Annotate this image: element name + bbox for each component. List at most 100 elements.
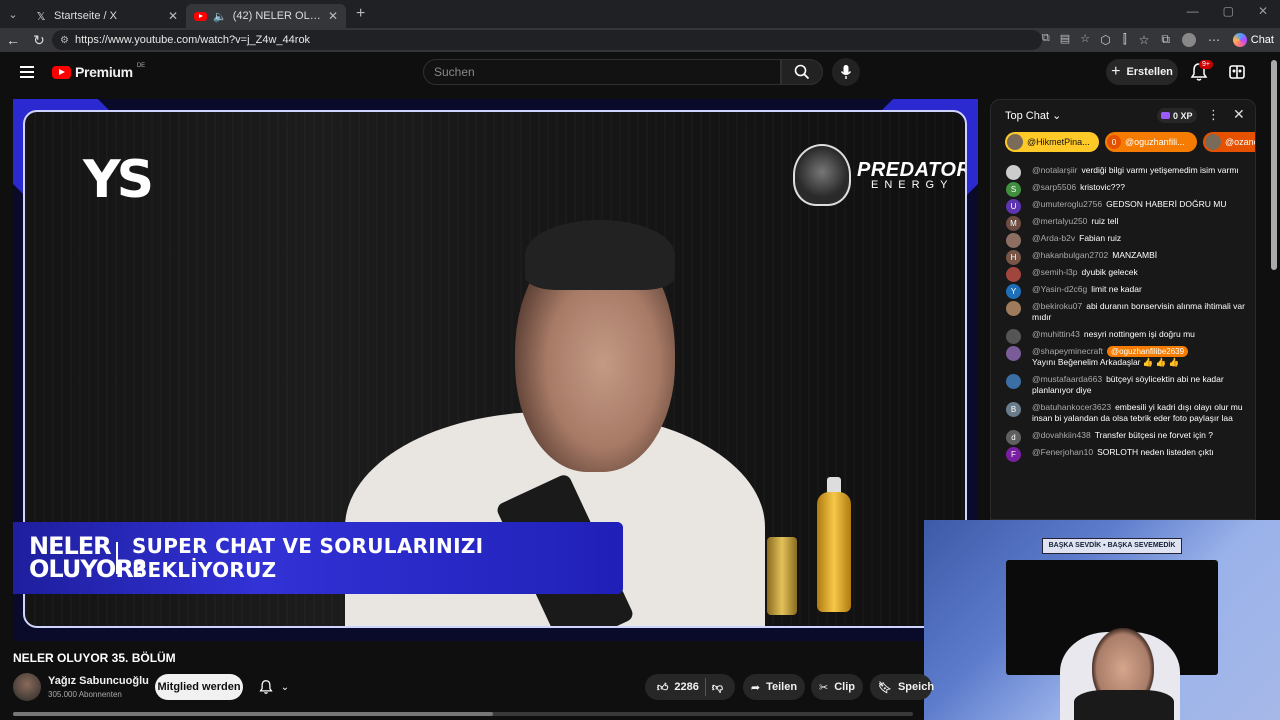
ticker-item[interactable]: @HikmetPina... [1005,132,1099,152]
avatar[interactable] [1006,301,1021,316]
avatar[interactable]: Y [1006,284,1021,299]
favorite-star-icon[interactable]: ☆ [1080,32,1090,45]
menu-icon[interactable] [20,66,34,78]
translate-icon[interactable]: ⧉ [1042,32,1050,45]
copilot-chat-button[interactable]: Chat [1232,31,1274,49]
chat-message[interactable]: H @hakanbulgan2702 MANZAMBİ [991,247,1255,265]
chat-message[interactable]: d @dovahkiin438 Transfer bütçesi ne forvet… [991,427,1255,445]
chat-message[interactable]: @shapeyminecraft @oguzhanfilibe2639 Yayını… [991,343,1255,371]
chat-message[interactable]: Y @Yasin-d2c6g limit ne kadar [991,281,1255,299]
page-scroll-thumb[interactable] [13,712,493,716]
avatar[interactable]: B [1006,402,1021,417]
chat-author[interactable]: @shapeyminecraft [1032,346,1103,356]
channel-name[interactable]: Yağız Sabuncuoğlu [48,675,149,687]
close-window-icon[interactable]: ✕ [1258,4,1268,18]
chat-message[interactable]: @mustafaarda663 bütçeyi söylicektin abi n… [991,371,1255,399]
chat-message[interactable]: @Arda-b2v Fabian ruiz [991,230,1255,248]
avatar[interactable]: U [1006,199,1021,214]
chat-mode-selector[interactable]: Top Chat ⌄ [1005,109,1061,122]
avatar[interactable] [1006,329,1021,344]
voice-search-button[interactable] [832,58,860,86]
join-button[interactable]: Mitglied werden [155,674,243,700]
avatar[interactable]: d [1006,430,1021,445]
create-button[interactable]: + Erstellen [1106,59,1178,85]
save-label: Speich [897,681,935,693]
chat-author[interactable]: @sarp5506 [1032,182,1076,192]
chat-author[interactable]: @Arda-b2v [1032,233,1075,243]
chat-message[interactable]: @semih-l3p dyubik gelecek [991,264,1255,282]
more-options-icon[interactable]: ⋮ [1207,107,1220,123]
back-icon[interactable]: ← [0,32,26,48]
save-button[interactable]: 🔖︎ Speich [870,674,935,700]
tab-x-startseite[interactable]: 𝕏 Startseite / X ✕ [26,4,186,28]
chat-author[interactable]: @Fenerjohan10 [1032,447,1093,457]
ticker-item[interactable]: 0 @oguzhanfili... [1105,132,1197,152]
avatar[interactable]: S [1006,182,1021,197]
chat-message[interactable]: M @mertalyu250 ruiz tell [991,213,1255,231]
youtube-premium-logo[interactable]: Premium DE [52,63,145,80]
reader-icon[interactable]: ▤ [1060,32,1070,45]
dislike-button[interactable]: 👎︎ [712,681,723,694]
split-screen-icon[interactable]: ⫿ [1123,32,1127,47]
chat-message[interactable]: @notalarşiir verdiği bilgi varmı yetişeme… [991,162,1255,180]
mention-tag[interactable]: @oguzhanfilibe2639 [1107,346,1189,357]
reload-icon[interactable]: ↻ [26,32,52,49]
avatar[interactable]: M [1006,216,1021,231]
chat-author[interactable]: @mertalyu250 [1032,216,1087,226]
subscription-bell-button[interactable]: ⌄ [249,674,299,700]
chat-author[interactable]: @dovahkiin438 [1032,430,1091,440]
extensions-icon[interactable]: ⬡ [1100,33,1110,47]
logo-text: Premium [75,64,133,80]
video-player[interactable]: YS PREDATOR ENERGY NELER OLUYOR? SUPER C… [13,99,978,641]
address-bar[interactable]: ⚙ https://www.youtube.com/watch?v=j_Z4w_… [52,30,1042,50]
chat-author[interactable]: @mustafaarda663 [1032,374,1102,384]
search-button[interactable] [781,59,823,85]
tab-close-icon[interactable]: ✕ [168,9,178,23]
avatar[interactable] [1006,165,1021,180]
new-tab-icon[interactable]: + [356,5,365,23]
like-button[interactable]: 👍︎ 2286 [657,681,699,694]
youtube-play-icon [52,65,71,79]
tab-youtube-video[interactable]: 🔈 (42) NELER OLUYOR 35. BÖLÜM ✕ [186,4,346,28]
avatar[interactable] [1006,267,1021,282]
chat-scrollbar[interactable] [1271,60,1277,270]
site-info-icon[interactable]: ⚙ [60,35,69,46]
avatar[interactable] [1006,374,1021,389]
chat-message[interactable]: S @sarp5506 kristovic??? [991,179,1255,197]
avatar[interactable]: F [1006,447,1021,462]
tab-close-icon[interactable]: ✕ [328,9,338,23]
xp-badge[interactable]: 0 XP [1157,108,1197,123]
chat-message[interactable]: F @Fenerjohan10 SORLOTH neden listeden çık… [991,444,1255,462]
chat-message[interactable]: U @umuteroglu2756 GEDSON HABERİ DOĞRU MU [991,196,1255,214]
minimize-icon[interactable]: — [1187,4,1199,18]
chat-message[interactable]: @bekiroku07 abi duranın bonservisin alınm… [991,298,1255,326]
chat-author[interactable]: @semih-l3p [1032,267,1077,277]
clip-button[interactable]: ✂ Clip [811,674,863,700]
chat-message[interactable]: B @batuhankocer3623 embesili yi kadri dışı… [991,399,1255,427]
chat-author[interactable]: @hakanbulgan2702 [1032,250,1108,260]
more-menu-icon[interactable]: ⋯ [1208,33,1220,47]
sponsor-logo: PREDATOR ENERGY [793,144,965,206]
close-chat-icon[interactable]: ✕ [1233,106,1245,123]
avatar[interactable] [1006,233,1021,248]
chat-author[interactable]: @bekiroku07 [1032,301,1082,311]
avatar[interactable] [1006,346,1021,361]
ticker-item[interactable]: @ozanc [1203,132,1255,152]
channel-avatar[interactable] [13,673,41,701]
speaker-icon[interactable]: 🔈 [213,9,227,23]
collections-icon[interactable]: ⧉ [1161,32,1170,47]
chat-author[interactable]: @Yasin-d2c6g [1032,284,1087,294]
tab-list-chevron-icon[interactable]: ⌄ [0,0,26,28]
favorites-icon[interactable]: ☆ [1139,33,1150,47]
search-input[interactable]: Suchen [423,59,781,85]
chat-message[interactable]: @muhittin43 nesyri nottingem işi doğru mu [991,326,1255,344]
chat-author[interactable]: @notalarşiir [1032,165,1077,175]
premium-account-icon[interactable] [1229,64,1245,80]
avatar[interactable]: H [1006,250,1021,265]
share-button[interactable]: ➦ Teilen [743,674,805,700]
chat-author[interactable]: @umuteroglu2756 [1032,199,1102,209]
chat-author[interactable]: @muhittin43 [1032,329,1080,339]
profile-avatar[interactable] [1182,32,1196,47]
maximize-icon[interactable]: ▢ [1223,4,1234,18]
chat-author[interactable]: @batuhankocer3623 [1032,402,1111,412]
